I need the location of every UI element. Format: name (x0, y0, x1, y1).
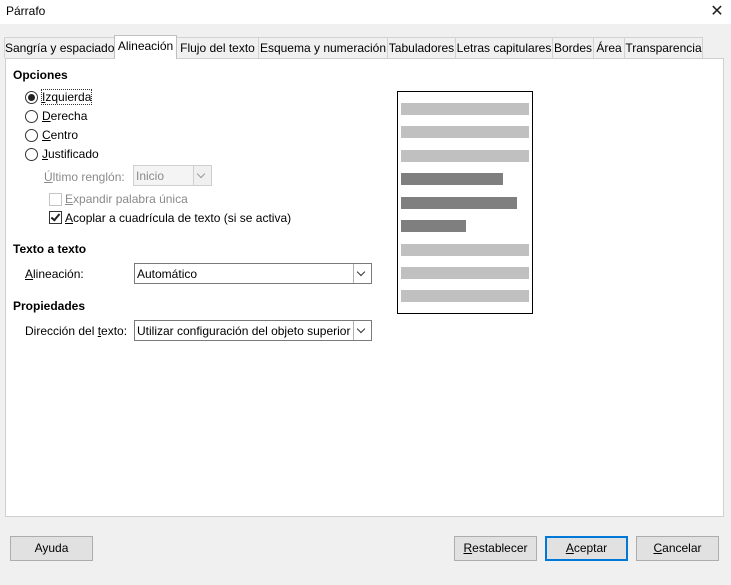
ok-button[interactable]: Aceptar (545, 536, 628, 561)
preview-line (401, 173, 503, 185)
radio-justified-label: Justificado (42, 147, 99, 161)
alignment-panel: Opciones Izquierda Derecha Centro Justif… (5, 58, 724, 517)
radio-left-button[interactable] (25, 91, 38, 104)
last-line-label: Último renglón: (44, 170, 125, 184)
title-bar: Párrafo ✕ (0, 0, 731, 24)
cancel-button[interactable]: Cancelar (636, 536, 719, 561)
tab-tabs[interactable]: Tabuladores (387, 37, 456, 58)
text-alignment-select[interactable]: Automático (134, 263, 372, 284)
last-line-select[interactable]: Inicio (133, 165, 212, 186)
alignment-preview (397, 91, 533, 314)
text-direction-label: Dirección del texto: (25, 324, 128, 338)
help-button[interactable]: Ayuda (10, 536, 93, 561)
radio-center-button[interactable] (25, 129, 38, 142)
preview-line (401, 197, 517, 209)
chevron-down-icon (353, 321, 371, 340)
close-icon[interactable]: ✕ (703, 0, 731, 24)
tab-outline-numbering[interactable]: Esquema y numeración (258, 37, 388, 58)
snap-grid-label: Acoplar a cuadrícula de texto (si se act… (65, 211, 292, 225)
preview-line (401, 103, 529, 115)
tab-borders[interactable]: Bordes (552, 37, 594, 58)
tab-area[interactable]: Área (593, 37, 625, 58)
chevron-down-icon (353, 264, 371, 283)
tab-alignment[interactable]: Alineación (114, 35, 177, 59)
properties-heading: Propiedades (13, 299, 86, 313)
radio-left-label: Izquierda (40, 89, 93, 105)
chevron-down-icon (193, 166, 211, 185)
text-to-text-heading: Texto a texto (13, 242, 87, 256)
radio-right-button[interactable] (25, 110, 38, 123)
tab-transparency[interactable]: Transparencia (624, 37, 703, 58)
preview-line (401, 150, 529, 162)
expand-word-checkbox[interactable] (49, 193, 62, 206)
radio-justified-button[interactable] (25, 148, 38, 161)
radio-center-label: Centro (42, 128, 79, 142)
text-direction-select[interactable]: Utilizar configuración del objeto superi… (134, 320, 372, 341)
preview-line (401, 126, 529, 138)
text-alignment-label: Alineación: (25, 267, 84, 281)
options-heading: Opciones (13, 68, 68, 82)
snap-grid-checkbox[interactable] (49, 211, 62, 224)
window-title: Párrafo (6, 4, 46, 18)
tab-drop-caps[interactable]: Letras capitulares (455, 37, 553, 58)
tab-text-flow[interactable]: Flujo del texto (176, 37, 259, 58)
preview-line (401, 220, 466, 232)
expand-word-label: Expandir palabra única (65, 192, 188, 206)
radio-right-label: Derecha (42, 109, 88, 123)
preview-line (401, 244, 529, 256)
reset-button[interactable]: Restablecer (454, 536, 537, 561)
tab-indents-spacing[interactable]: Sangría y espaciado (4, 37, 115, 58)
preview-line (401, 290, 529, 302)
preview-line (401, 267, 529, 279)
